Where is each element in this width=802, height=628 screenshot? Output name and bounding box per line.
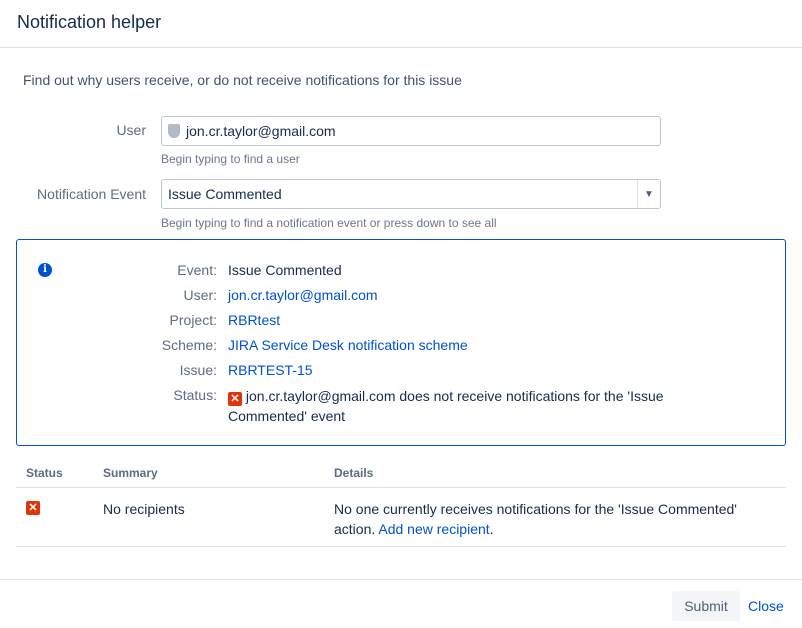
- chevron-down-icon[interactable]: ▼: [637, 180, 660, 208]
- event-select-value: Issue Commented: [168, 186, 282, 202]
- info-icon: i: [38, 263, 52, 277]
- intro-text: Find out why users receive, or do not re…: [23, 72, 462, 88]
- user-avatar-icon: [168, 124, 180, 138]
- event-help-text: Begin typing to find a notification even…: [161, 216, 497, 230]
- dialog-title: Notification helper: [17, 12, 162, 32]
- row-summary: No recipients: [103, 501, 185, 517]
- table-row-divider: [16, 546, 786, 547]
- issue-row-label: Issue:: [179, 362, 217, 378]
- issue-row-link[interactable]: RBRTEST-15: [228, 362, 313, 378]
- error-icon: ✕: [26, 501, 40, 515]
- user-row-label: User:: [183, 287, 217, 303]
- user-help-text: Begin typing to find a user: [161, 152, 300, 166]
- column-header-summary: Summary: [103, 466, 158, 480]
- submit-button[interactable]: Submit: [672, 591, 740, 621]
- row-details: No one currently receives notifications …: [334, 499, 774, 539]
- status-text-line-2: Commented' event: [228, 408, 346, 424]
- column-header-details: Details: [334, 466, 374, 480]
- user-row-link[interactable]: jon.cr.taylor@gmail.com: [228, 287, 378, 303]
- row-details-line-2: action.: [334, 521, 376, 537]
- user-input-value: jon.cr.taylor@gmail.com: [186, 123, 336, 139]
- close-link[interactable]: Close: [748, 591, 784, 621]
- event-row-value: Issue Commented: [228, 262, 342, 278]
- event-label: Notification Event: [37, 186, 146, 202]
- project-row-link[interactable]: RBRtest: [228, 312, 280, 328]
- result-info-panel: i Event: Issue Commented User: jon.cr.ta…: [16, 239, 786, 446]
- row-details-end: .: [489, 521, 494, 537]
- event-select[interactable]: Issue Commented ▼: [161, 179, 661, 209]
- scheme-row-label: Scheme:: [161, 337, 217, 353]
- add-new-recipient-link[interactable]: Add new recipient: [378, 521, 489, 537]
- status-row-label: Status:: [173, 387, 217, 403]
- status-row-value: ✕ jon.cr.taylor@gmail.com does not recei…: [228, 386, 718, 426]
- footer-divider: [0, 579, 802, 580]
- scheme-row-link[interactable]: JIRA Service Desk notification scheme: [228, 337, 468, 353]
- error-icon: ✕: [228, 392, 242, 406]
- table-header-divider: [16, 487, 786, 488]
- event-row-label: Event:: [177, 262, 217, 278]
- row-details-line-1: No one currently receives notifications …: [334, 501, 737, 517]
- project-row-label: Project:: [169, 312, 217, 328]
- dialog-header: Notification helper: [0, 0, 802, 48]
- user-label: User: [116, 122, 146, 138]
- user-input[interactable]: jon.cr.taylor@gmail.com: [161, 116, 661, 146]
- status-text-line-1: jon.cr.taylor@gmail.com does not receive…: [245, 388, 664, 404]
- column-header-status: Status: [26, 466, 63, 480]
